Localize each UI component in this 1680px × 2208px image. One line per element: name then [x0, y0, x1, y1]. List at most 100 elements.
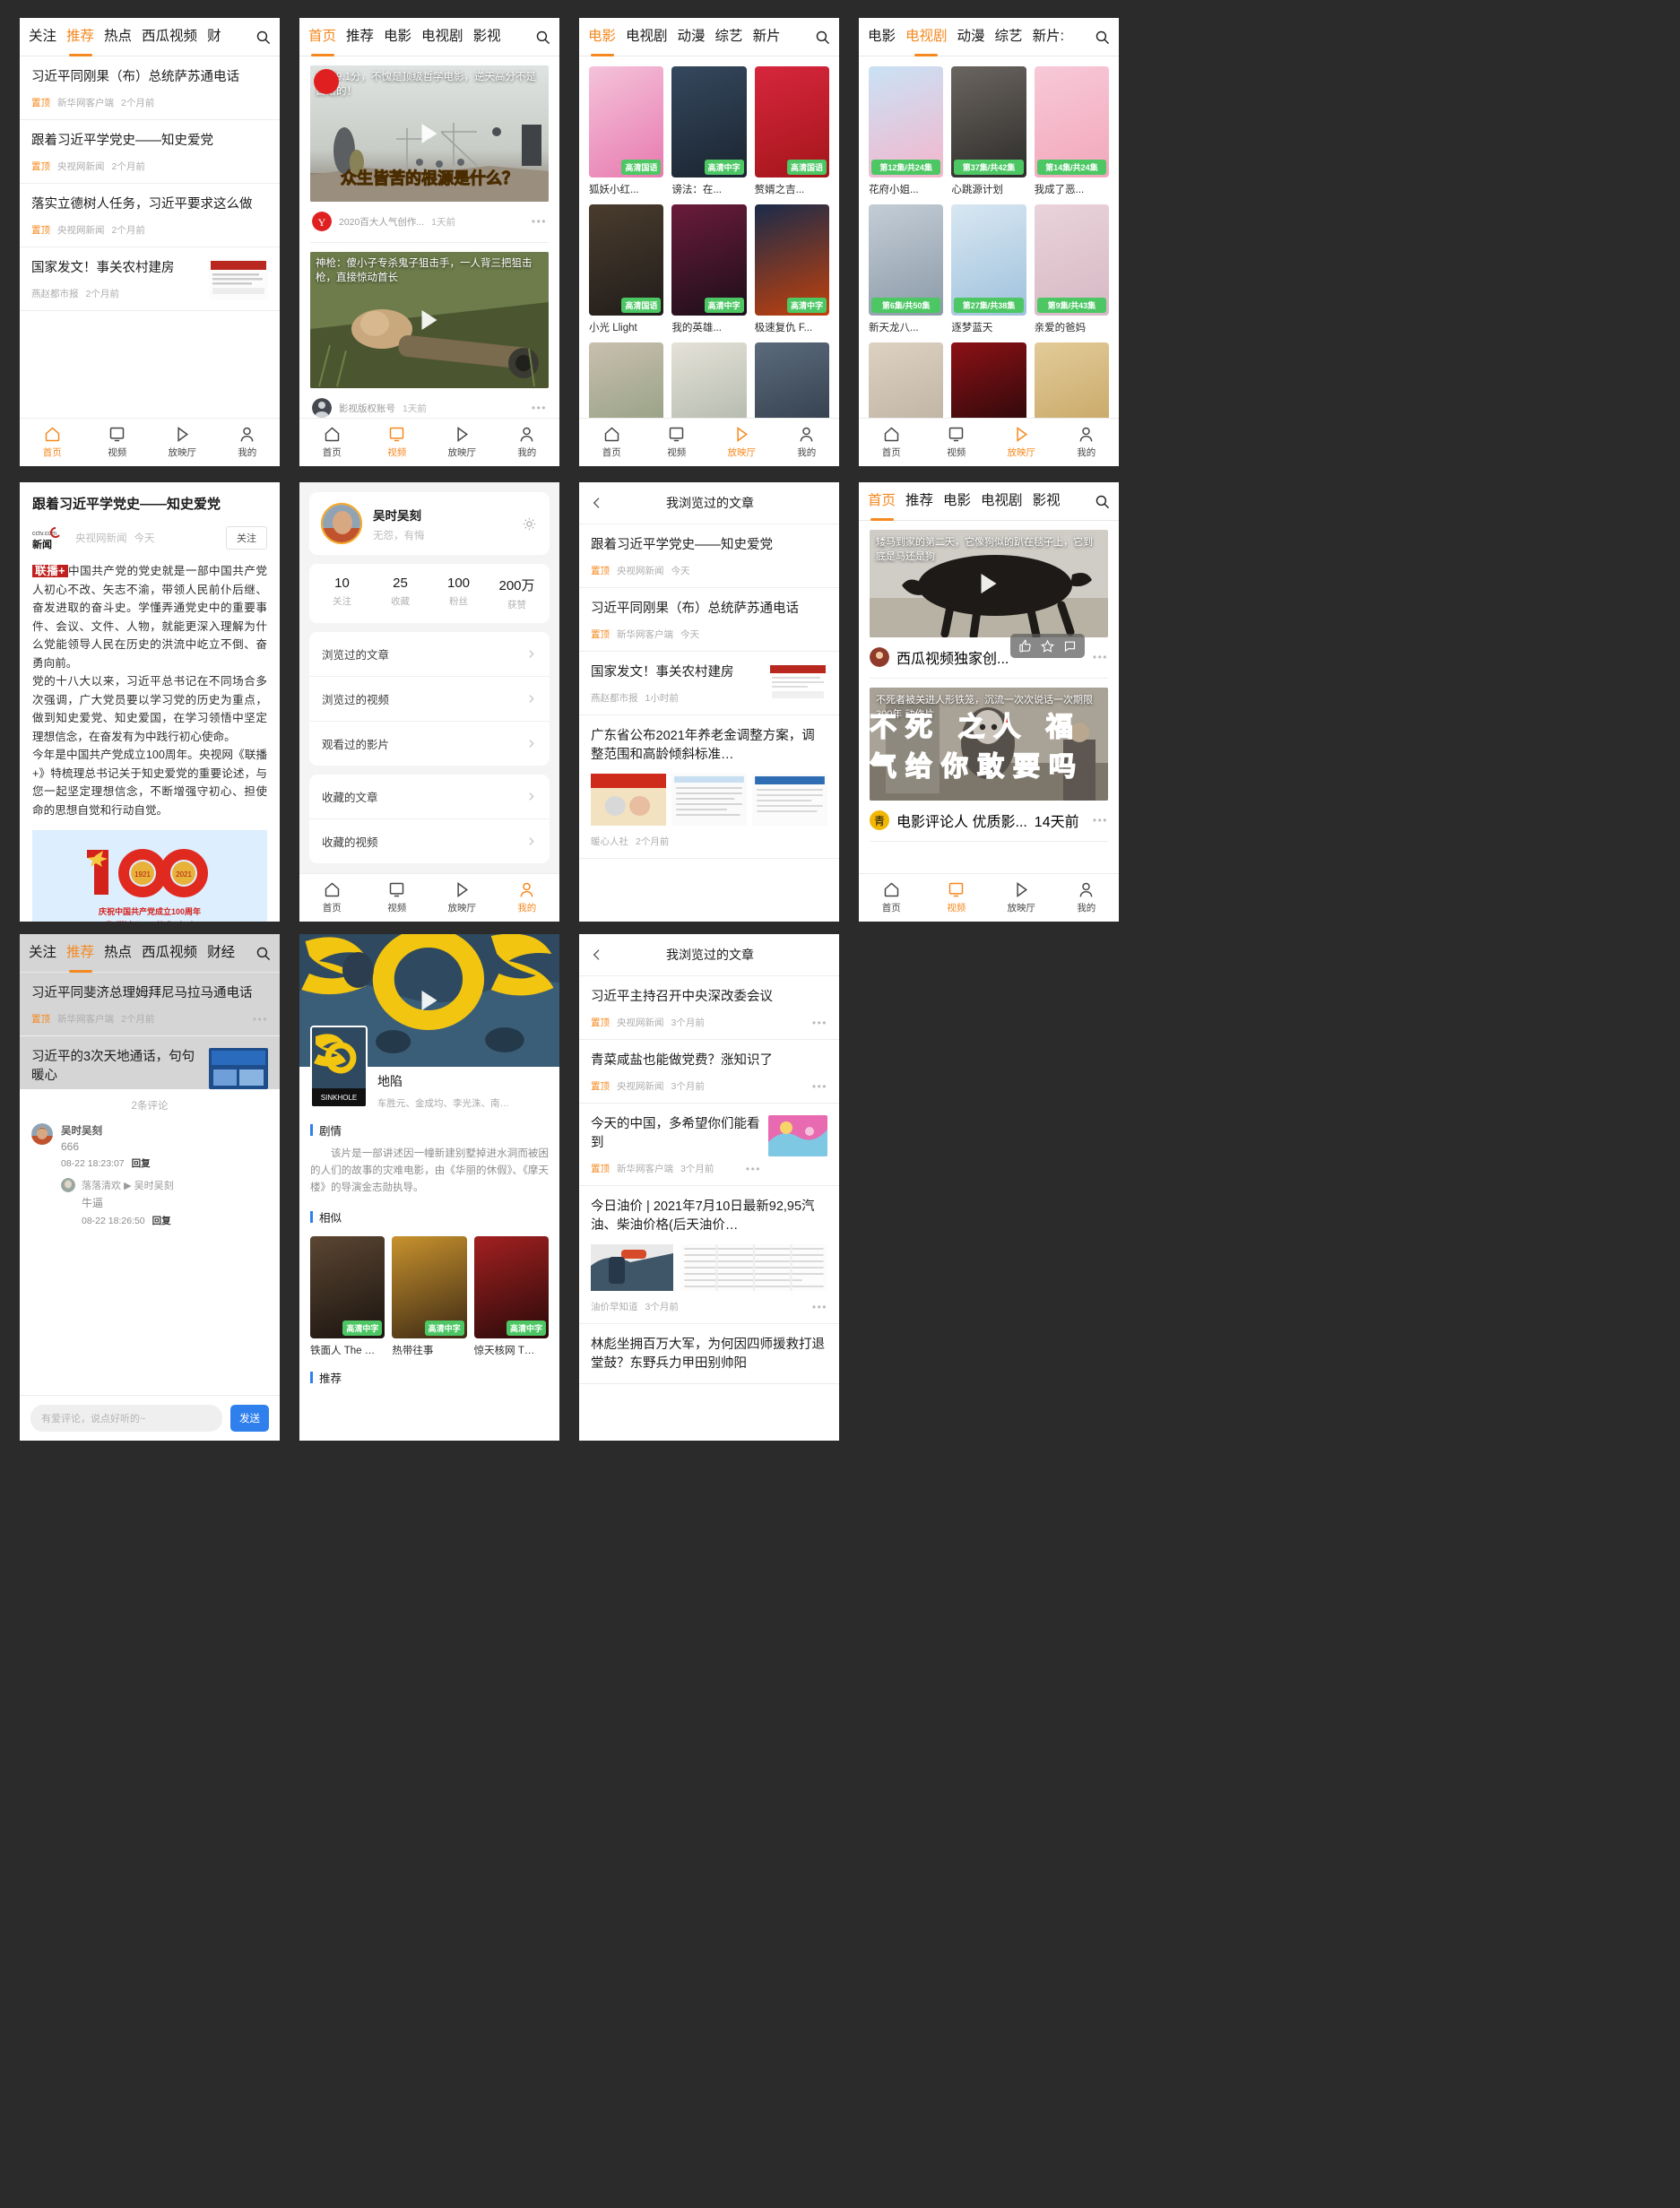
poster-image[interactable]: 第12集/共36集 — [951, 342, 1026, 418]
tab-redian[interactable]: 热点 — [104, 25, 132, 48]
tab-dianying[interactable]: 电影 — [588, 25, 616, 48]
poster-image[interactable]: 高清中字 — [473, 1236, 549, 1338]
tab-zongyi[interactable]: 综艺 — [715, 25, 743, 48]
search-icon[interactable] — [1095, 494, 1110, 509]
tab-dianying[interactable]: 电影 — [868, 25, 896, 48]
stat-fans[interactable]: 100 粉丝 — [429, 576, 488, 611]
nav-home[interactable]: 首页 — [859, 425, 924, 459]
list-item[interactable]: 今天的中国，多希望你们能看到 置顶 新华网客户端 3个月前 ••• — [579, 1104, 839, 1186]
nav-video[interactable]: 视频 — [924, 880, 990, 914]
list-item[interactable]: 国家发文！事关农村建房 燕赵都市报 1小时前 — [579, 652, 839, 715]
tab-xigua[interactable]: 西瓜视频 — [142, 25, 197, 48]
more-icon[interactable]: ••• — [532, 402, 547, 414]
video-card[interactable]: 豆瓣9.1分，不愧是顶级哲学电影，逆天高分不是白给的！ 众生皆苦的根源是什么？ … — [299, 56, 559, 243]
poster-image[interactable]: 高清中字 — [310, 1236, 385, 1338]
tab-guanzhu[interactable]: 关注 — [29, 941, 56, 965]
tab-caijing[interactable]: 财经 — [207, 941, 235, 965]
tab-tuijian[interactable]: 推荐 — [905, 489, 933, 513]
poster-image[interactable]: 高清中字 — [754, 204, 829, 316]
tab-dianying[interactable]: 电影 — [384, 25, 411, 48]
poster-cell[interactable] — [589, 342, 664, 418]
video-card[interactable]: 神枪：傻小子专杀鬼子狙击手，一人背三把狙击枪，直接惊动首长 影视版权账号 1天前… — [299, 243, 559, 418]
tab-tuijian[interactable]: 推荐 — [66, 25, 94, 48]
nav-mine[interactable]: 我的 — [1054, 880, 1120, 914]
tab-dongman[interactable]: 动漫 — [957, 25, 985, 48]
poster-image[interactable]: 高清国语 — [589, 66, 664, 178]
thumbs-up-icon[interactable] — [1018, 639, 1032, 653]
poster-cell[interactable]: 高清中字 铁面人 The … — [310, 1236, 385, 1357]
poster-cell[interactable]: 高清中字 热带往事 — [392, 1236, 467, 1357]
video-thumbnail[interactable]: 豆瓣9.1分，不愧是顶级哲学电影，逆天高分不是白给的！ 众生皆苦的根源是什么？ — [310, 65, 549, 202]
nav-mine[interactable]: 我的 — [775, 425, 840, 459]
nav-cinema[interactable]: 放映厅 — [709, 425, 775, 459]
more-icon[interactable]: ••• — [812, 1301, 827, 1313]
poster-image[interactable] — [671, 342, 747, 418]
list-item[interactable]: 青菜咸盐也能做党费？涨知识了 置顶 央视网新闻 3个月前 ••• — [579, 1040, 839, 1104]
poster-cell[interactable]: 第27集/共38集 逐梦蓝天 — [951, 204, 1026, 334]
poster-image[interactable] — [754, 342, 829, 418]
poster-image[interactable]: 第12集/共24集 — [869, 66, 944, 178]
video-thumbnail[interactable]: 矮马到家的第二天，它像狗似的趴在毯子上，它到底是马还是狗 — [870, 530, 1108, 637]
tab-xinpian[interactable]: 新片: — [1033, 25, 1064, 48]
poster-image[interactable] — [589, 342, 664, 418]
avatar[interactable] — [61, 1178, 75, 1192]
tab-yingshi[interactable]: 影视 — [473, 25, 501, 48]
nav-mine[interactable]: 我的 — [215, 425, 281, 459]
profile-card[interactable]: 吴时吴刻 无怨，有悔 — [309, 492, 550, 555]
poster-cell[interactable]: 高清国语 赘婿之吉... — [754, 66, 829, 196]
tab-dianshiju[interactable]: 电视剧 — [981, 489, 1023, 513]
tab-cai[interactable]: 财 — [207, 25, 221, 48]
poster-cell[interactable]: 高清中字 我的英雄... — [671, 204, 747, 334]
nav-cinema[interactable]: 放映厅 — [429, 880, 495, 914]
search-icon[interactable] — [535, 30, 550, 45]
tab-guanzhu[interactable]: 关注 — [29, 25, 56, 48]
video-card[interactable]: 不死者被关进人形铁笼，沉流一次次说话一次期限300年 动作片 不死 之人 福气给… — [859, 679, 1119, 842]
nav-cinema[interactable]: 放映厅 — [429, 425, 495, 459]
reply-button[interactable]: 回复 — [152, 1216, 171, 1226]
poster-cell[interactable]: 高清中字 惊天核网 T… — [473, 1236, 549, 1357]
video-thumbnail[interactable]: 神枪：傻小子专杀鬼子狙击手，一人背三把狙击枪，直接惊动首长 — [310, 252, 549, 388]
list-item[interactable]: 习近平同刚果（布）总统萨苏通电话 置顶 新华网客户端 2个月前 — [20, 56, 280, 120]
menu-item-watched-films[interactable]: 观看过的影片 — [309, 722, 550, 766]
list-item[interactable]: 跟着习近平学党史——知史爱党 置顶 央视网新闻 2个月前 — [20, 120, 280, 184]
nav-home[interactable]: 首页 — [299, 425, 365, 459]
chevron-left-icon[interactable] — [590, 496, 604, 510]
nav-cinema[interactable]: 放映厅 — [989, 880, 1054, 914]
gear-icon[interactable] — [521, 515, 538, 533]
list-item[interactable]: 国家发文！事关农村建房 燕赵都市报 2个月前 — [20, 247, 280, 311]
tab-dianshiju[interactable]: 电视剧 — [626, 25, 668, 48]
poster-cell[interactable]: 第18集/共45集 — [1034, 342, 1109, 418]
search-icon[interactable] — [255, 30, 271, 45]
poster-image[interactable]: 第37集/共42集 — [951, 66, 1026, 178]
tab-shouye[interactable]: 首页 — [308, 25, 336, 48]
nav-video[interactable]: 视频 — [85, 425, 151, 459]
tab-tuijian[interactable]: 推荐 — [66, 941, 94, 965]
poster-image[interactable]: 第10集/共40集 — [869, 342, 944, 418]
reply-button[interactable]: 回复 — [132, 1158, 151, 1169]
nav-video[interactable]: 视频 — [645, 425, 710, 459]
poster-image[interactable]: 高清国语 — [589, 204, 664, 316]
more-icon[interactable]: ••• — [253, 1013, 268, 1026]
poster-image[interactable]: 第14集/共24集 — [1034, 66, 1109, 178]
poster-cell[interactable]: 高清国语 狐妖小红... — [589, 66, 664, 196]
star-icon[interactable] — [1041, 639, 1054, 653]
tab-tuijian[interactable]: 推荐 — [346, 25, 374, 48]
nav-video[interactable]: 视频 — [365, 425, 430, 459]
poster-image[interactable]: 高清国语 — [754, 66, 829, 178]
nav-home[interactable]: 首页 — [20, 425, 85, 459]
menu-item-browsed-articles[interactable]: 浏览过的文章 — [309, 632, 550, 677]
nav-mine[interactable]: 我的 — [1054, 425, 1120, 459]
send-button[interactable]: 发送 — [230, 1405, 269, 1432]
movie-poster[interactable]: SINKHOLE — [310, 1026, 368, 1108]
poster-cell[interactable]: 第10集/共40集 — [869, 342, 944, 418]
video-thumbnail[interactable]: 不死者被关进人形铁笼，沉流一次次说话一次期限300年 动作片 不死 之人 福气给… — [870, 688, 1108, 801]
more-icon[interactable]: ••• — [1093, 651, 1108, 663]
list-item[interactable]: 习近平同刚果（布）总统萨苏通电话 置顶 新华网客户端 今天 — [579, 588, 839, 652]
chevron-left-icon[interactable] — [590, 948, 604, 962]
poster-image[interactable]: 高清中字 — [671, 204, 747, 316]
nav-video[interactable]: 视频 — [365, 880, 430, 914]
more-icon[interactable]: ••• — [746, 1163, 761, 1175]
nav-cinema[interactable]: 放映厅 — [150, 425, 215, 459]
poster-image[interactable]: 第9集/共43集 — [1034, 204, 1109, 316]
search-icon[interactable] — [1095, 30, 1110, 45]
